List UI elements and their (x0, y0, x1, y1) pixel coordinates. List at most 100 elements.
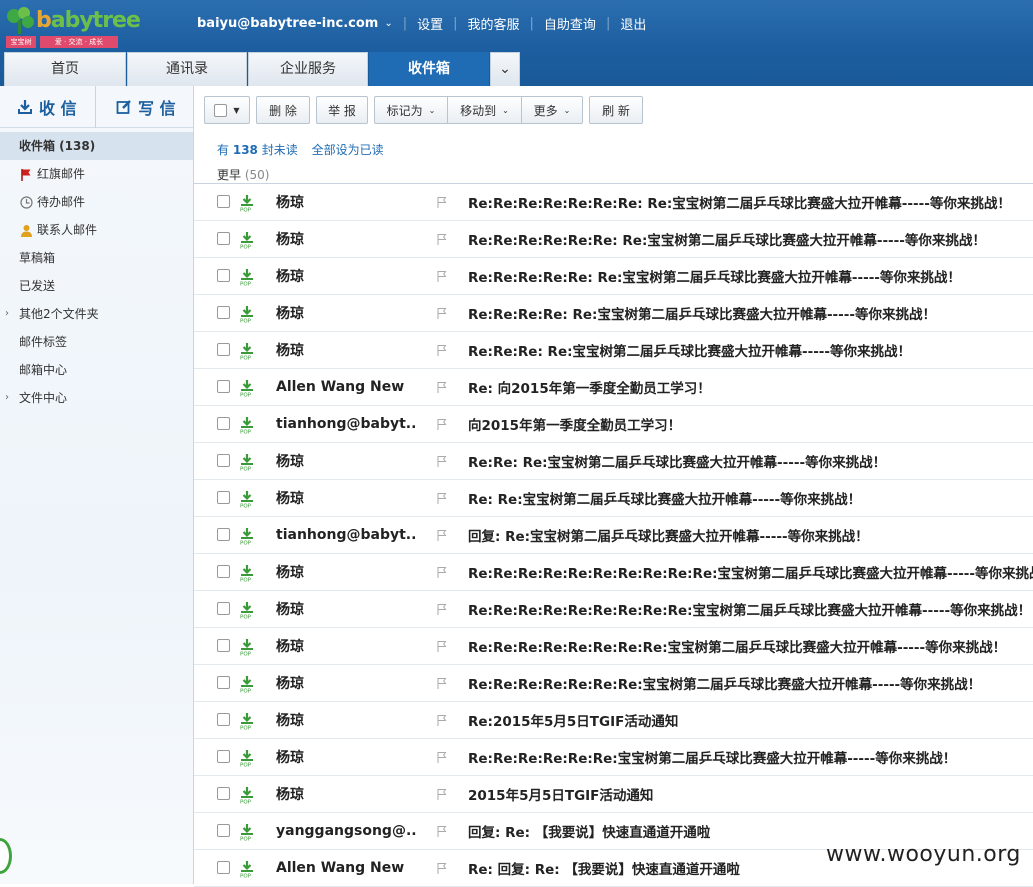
mail-checkbox[interactable] (217, 824, 230, 837)
flag-icon[interactable] (436, 492, 448, 507)
mail-checkbox[interactable] (217, 306, 230, 319)
mail-checkbox[interactable] (217, 343, 230, 356)
mail-subject[interactable]: 向2015年第一季度全勤员工学习！ (468, 414, 681, 434)
mail-checkbox[interactable] (217, 713, 230, 726)
babytree-logo[interactable]: babytree 宝宝树 爱 · 交流 · 成长 (4, 6, 141, 48)
mail-row[interactable]: POP 杨琼 Re:Re: Re:宝宝树第二届乒乓球比赛盛大拉开帷幕-----等你来… (194, 443, 1033, 480)
mail-row[interactable]: POP 杨琼 Re: Re:宝宝树第二届乒乓球比赛盛大拉开帷幕-----等你来挑战！ (194, 480, 1033, 517)
mail-row[interactable]: POP 杨琼 Re:Re:Re: Re:宝宝树第二届乒乓球比赛盛大拉开帷幕-----… (194, 332, 1033, 369)
flag-icon[interactable] (436, 196, 448, 211)
mail-subject[interactable]: Re:Re:Re: Re:宝宝树第二届乒乓球比赛盛大拉开帷幕-----等你来挑战… (468, 340, 911, 360)
mail-checkbox[interactable] (217, 269, 230, 282)
mail-checkbox[interactable] (217, 491, 230, 504)
flag-icon[interactable] (436, 677, 448, 692)
sidebar-item-todo[interactable]: 待办邮件 (0, 188, 193, 216)
flag-icon[interactable] (436, 566, 448, 581)
mail-subject[interactable]: Re:Re:Re:Re:Re:Re:Re:Re:Re:Re:宝宝树第二届乒乓球比… (468, 562, 1033, 582)
tab-home[interactable]: 首页 (4, 52, 126, 86)
mail-row[interactable]: POP 杨琼 2015年5月5日TGIF活动通知 (194, 776, 1033, 813)
flag-icon[interactable] (436, 640, 448, 655)
mail-checkbox[interactable] (217, 232, 230, 245)
account-chevron-down-icon[interactable]: ⌄ (384, 18, 392, 29)
mail-checkbox[interactable] (217, 750, 230, 763)
flag-icon[interactable] (436, 603, 448, 618)
settings-link[interactable]: 设置 (417, 14, 443, 33)
mail-subject[interactable]: Re: Re:宝宝树第二届乒乓球比赛盛大拉开帷幕-----等你来挑战！ (468, 488, 861, 508)
mail-row[interactable]: POP 杨琼 Re:Re:Re:Re: Re:宝宝树第二届乒乓球比赛盛大拉开帷幕--… (194, 295, 1033, 332)
select-all-dropdown[interactable]: ▼ (204, 96, 250, 124)
mail-checkbox[interactable] (217, 565, 230, 578)
sidebar-item-drafts[interactable]: 草稿箱 (0, 244, 193, 272)
mail-subject[interactable]: Re: 回复: Re: 【我要说】快速直通道开通啦 (468, 858, 740, 878)
mail-subject[interactable]: Re:2015年5月5日TGIF活动通知 (468, 710, 678, 730)
mail-subject[interactable]: 回复: Re: 【我要说】快速直通道开通啦 (468, 821, 710, 841)
group-header[interactable]: 更早 (50) (217, 166, 269, 183)
sidebar-item-mail-tags[interactable]: 邮件标签 (0, 328, 193, 356)
sidebar-item-sent[interactable]: 已发送 (0, 272, 193, 300)
mail-checkbox[interactable] (217, 787, 230, 800)
move-to-dropdown[interactable]: 移动到 ⌄ (448, 96, 522, 124)
flag-icon[interactable] (436, 788, 448, 803)
mail-subject[interactable]: Re:Re: Re:宝宝树第二届乒乓球比赛盛大拉开帷幕-----等你来挑战！ (468, 451, 886, 471)
report-button[interactable]: 举 报 (316, 96, 368, 124)
refresh-button[interactable]: 刷 新 (589, 96, 643, 124)
flag-icon[interactable] (436, 714, 448, 729)
tab-enterprise-service[interactable]: 企业服务 (248, 52, 368, 86)
mail-row[interactable]: POP 杨琼 Re:Re:Re:Re:Re:Re:Re: Re:宝宝树第二届乒乓球比… (194, 184, 1033, 221)
mail-subject[interactable]: Re: 向2015年第一季度全勤员工学习！ (468, 377, 711, 397)
expand-arrow-icon[interactable]: › (5, 384, 9, 412)
mail-checkbox[interactable] (217, 639, 230, 652)
flag-icon[interactable] (436, 751, 448, 766)
mail-checkbox[interactable] (217, 454, 230, 467)
flag-icon[interactable] (436, 529, 448, 544)
mail-subject[interactable]: Re:Re:Re:Re:Re:Re:Re:Re:Re:宝宝树第二届乒乓球比赛盛大… (468, 599, 1031, 619)
select-all-checkbox[interactable] (214, 103, 228, 117)
mail-subject[interactable]: Re:Re:Re:Re: Re:宝宝树第二届乒乓球比赛盛大拉开帷幕-----等你… (468, 303, 936, 323)
mail-subject[interactable]: Re:Re:Re:Re:Re:Re:宝宝树第二届乒乓球比赛盛大拉开帷幕-----… (468, 747, 956, 767)
mail-checkbox[interactable] (217, 528, 230, 541)
expand-arrow-icon[interactable]: › (5, 300, 9, 328)
write-mail-button[interactable]: 写 信 (96, 86, 176, 128)
more-dropdown[interactable]: 更多 ⌄ (522, 96, 583, 124)
mail-checkbox[interactable] (217, 195, 230, 208)
flag-icon[interactable] (436, 825, 448, 840)
sidebar-item-inbox[interactable]: 收件箱 (138) (0, 132, 193, 160)
tab-inbox[interactable]: 收件箱 (369, 52, 489, 86)
flag-icon[interactable] (436, 307, 448, 322)
mail-checkbox[interactable] (217, 861, 230, 874)
customer-service-link[interactable]: 我的客服 (468, 14, 520, 33)
mail-row[interactable]: POP tianhong@babyt... 回复: Re:宝宝树第二届乒乓球比赛盛大… (194, 517, 1033, 554)
flag-icon[interactable] (436, 344, 448, 359)
mail-subject[interactable]: 回复: Re:宝宝树第二届乒乓球比赛盛大拉开帷幕-----等你来挑战！ (468, 525, 869, 545)
flag-icon[interactable] (436, 381, 448, 396)
mail-checkbox[interactable] (217, 676, 230, 689)
flag-icon[interactable] (436, 270, 448, 285)
mail-row[interactable]: POP 杨琼 Re:Re:Re:Re:Re:Re:Re:Re:Re:宝宝树第二届乒乓… (194, 591, 1033, 628)
self-service-link[interactable]: 自助查询 (544, 14, 596, 33)
sidebar-item-file-center[interactable]: › 文件中心 (0, 384, 193, 412)
flag-icon[interactable] (436, 862, 448, 877)
mail-subject[interactable]: Re:Re:Re:Re:Re:Re: Re:宝宝树第二届乒乓球比赛盛大拉开帷幕-… (468, 229, 986, 249)
mail-row[interactable]: POP 杨琼 Re:Re:Re:Re:Re:Re:Re:Re:Re:Re:宝宝树第二… (194, 554, 1033, 591)
tab-more-chevron-down-icon[interactable]: ⌄ (490, 52, 520, 86)
mail-row[interactable]: POP 杨琼 Re:Re:Re:Re:Re:Re:Re:宝宝树第二届乒乓球比赛盛大拉… (194, 665, 1033, 702)
mail-row[interactable]: POP 杨琼 Re:2015年5月5日TGIF活动通知 (194, 702, 1033, 739)
tab-contacts[interactable]: 通讯录 (127, 52, 247, 86)
mail-subject[interactable]: Re:Re:Re:Re:Re: Re:宝宝树第二届乒乓球比赛盛大拉开帷幕----… (468, 266, 961, 286)
sidebar-item-contact-mail[interactable]: 联系人邮件 (0, 216, 193, 244)
logout-link[interactable]: 退出 (620, 14, 646, 33)
flag-icon[interactable] (436, 418, 448, 433)
account-name[interactable]: baiyu@babytree-inc.com (197, 16, 378, 31)
mail-subject[interactable]: Re:Re:Re:Re:Re:Re:Re:宝宝树第二届乒乓球比赛盛大拉开帷幕--… (468, 673, 981, 693)
mail-row[interactable]: POP Allen Wang New Re: 向2015年第一季度全勤员工学习！ (194, 369, 1033, 406)
mail-row[interactable]: POP 杨琼 Re:Re:Re:Re:Re:Re: Re:宝宝树第二届乒乓球比赛盛大… (194, 221, 1033, 258)
mail-row[interactable]: POP 杨琼 Re:Re:Re:Re:Re:Re:宝宝树第二届乒乓球比赛盛大拉开帷幕… (194, 739, 1033, 776)
mail-subject[interactable]: Re:Re:Re:Re:Re:Re:Re: Re:宝宝树第二届乒乓球比赛盛大拉开… (468, 192, 1011, 212)
flag-icon[interactable] (436, 455, 448, 470)
unread-link[interactable]: 封未读 (262, 143, 298, 157)
mail-subject[interactable]: 2015年5月5日TGIF活动通知 (468, 784, 653, 804)
mail-row[interactable]: POP 杨琼 Re:Re:Re:Re:Re:Re:Re:Re:宝宝树第二届乒乓球比赛… (194, 628, 1033, 665)
sidebar-item-mailbox-center[interactable]: 邮箱中心 (0, 356, 193, 384)
mark-as-dropdown[interactable]: 标记为 ⌄ (374, 96, 448, 124)
flag-icon[interactable] (436, 233, 448, 248)
